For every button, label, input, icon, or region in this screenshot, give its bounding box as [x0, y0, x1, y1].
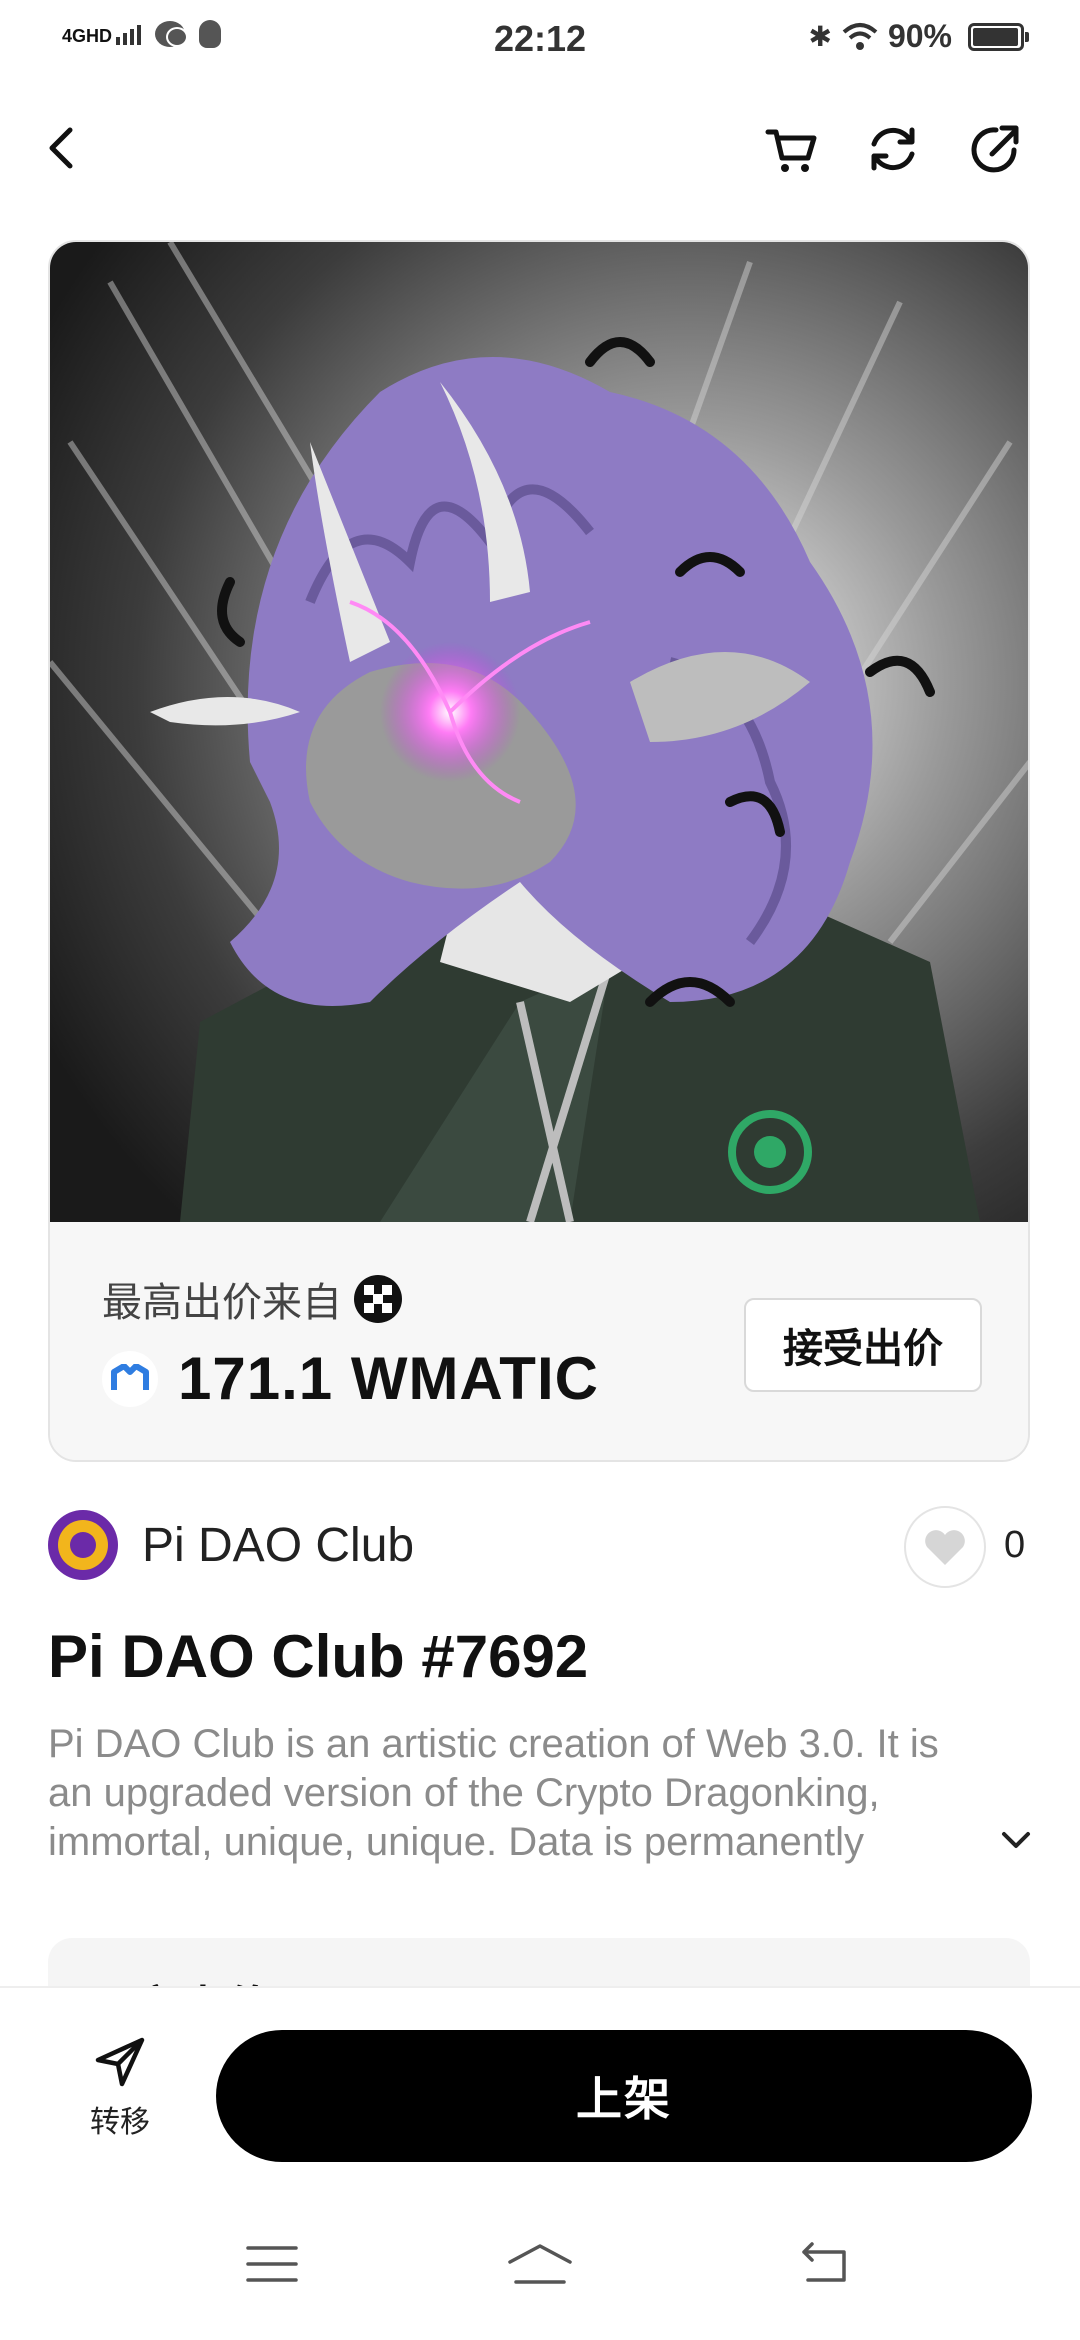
status-right: ✱ 90%: [808, 18, 1029, 55]
cart-icon[interactable]: [760, 118, 822, 180]
chevron-down-icon[interactable]: [996, 1820, 1036, 1860]
collection-row[interactable]: Pi DAO Club: [48, 1510, 414, 1580]
send-icon: [95, 2037, 145, 2087]
top-offer-label: 最高出价来自: [102, 1281, 342, 1325]
top-offer-panel: 最高出价来自 171.1 WMATIC 接受出价: [50, 1222, 1028, 1460]
transfer-button[interactable]: 转移: [80, 2034, 160, 2141]
wifi-icon: [842, 22, 878, 50]
back-nav-icon[interactable]: [796, 2240, 852, 2288]
bidder-avatar-icon[interactable]: [354, 1275, 402, 1323]
battery-icon: [968, 22, 1029, 51]
list-for-sale-button[interactable]: 上架: [216, 2030, 1032, 2162]
bluetooth-icon: ✱: [808, 21, 832, 52]
nft-description: Pi DAO Club is an artistic creation of W…: [48, 1722, 939, 1864]
share-icon[interactable]: [964, 118, 1026, 180]
nft-card: 最高出价来自 171.1 WMATIC 接受出价: [48, 240, 1030, 1462]
heart-icon: [925, 1530, 965, 1565]
battery-percent: 90%: [887, 18, 952, 54]
back-arrow-icon[interactable]: [36, 120, 92, 176]
refresh-icon[interactable]: [862, 118, 924, 180]
like-button[interactable]: [904, 1506, 986, 1588]
bottom-action-bar: 转移 上架: [0, 1986, 1080, 2340]
transfer-label: 转移: [90, 2106, 150, 2139]
accept-offer-button[interactable]: 接受出价: [744, 1298, 982, 1392]
system-nav-bar: [0, 2228, 1080, 2308]
collection-avatar[interactable]: [48, 1510, 118, 1580]
collection-name[interactable]: Pi DAO Club: [142, 1518, 414, 1573]
wmatic-token-icon: [102, 1350, 158, 1407]
like-count: 0: [1004, 1524, 1026, 1566]
nft-artwork[interactable]: [50, 242, 1030, 1222]
home-icon[interactable]: [506, 2240, 574, 2288]
price-row: 171.1 WMATIC: [102, 1344, 599, 1413]
offer-label-row: 最高出价来自: [102, 1270, 402, 1328]
offer-price: 171.1 WMATIC: [178, 1345, 599, 1412]
menu-icon[interactable]: [244, 2240, 300, 2288]
top-nav: [0, 110, 1080, 190]
nft-title: Pi DAO Club #7692: [48, 1623, 589, 1690]
status-bar: 4GHD 22:12 ✱ 90%: [0, 0, 1080, 84]
